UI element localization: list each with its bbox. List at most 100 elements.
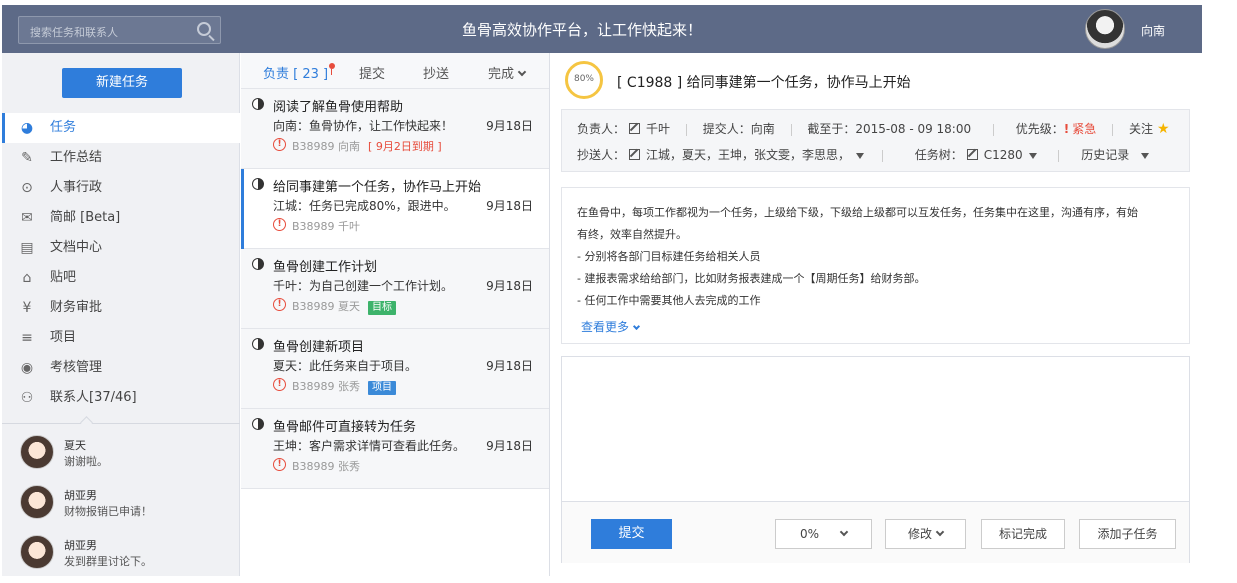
- sidebar-item-documents[interactable]: ▤ 文档中心: [2, 233, 240, 263]
- task-list-panel: 负责 [ 23 ] 提交 抄送 完成 阅读了解鱼骨使用帮助 向南：鱼骨协作，让工…: [241, 53, 550, 576]
- sidebar-item-tasks[interactable]: ◕ 任务: [2, 113, 240, 143]
- tab-responsible[interactable]: 负责 [ 23 ]: [263, 63, 336, 82]
- comment-editor[interactable]: 提交 0% 修改 标记完成 添加子任务: [561, 356, 1190, 563]
- edit-icon[interactable]: [629, 149, 641, 160]
- separator: [1112, 123, 1114, 136]
- tab-label: 完成: [488, 67, 515, 82]
- sidebar-item-mail[interactable]: ✉ 简邮 [Beta]: [2, 203, 240, 233]
- edit-icon[interactable]: [629, 123, 641, 134]
- see-more-label: 查看更多: [581, 320, 630, 334]
- task-row[interactable]: 鱼骨创建新项目 夏天：此任务来自于项目。 9月18日 ! B38989 张秀 项目: [241, 329, 549, 409]
- progress-select-value: 0%: [799, 527, 820, 541]
- see-more-link[interactable]: 查看更多: [581, 318, 641, 335]
- dropdown-triangle-icon[interactable]: [1141, 152, 1150, 159]
- project-icon: ≡: [21, 330, 33, 346]
- contact-name: 夏天: [64, 439, 86, 452]
- sidebar-item-label: 工作总结: [50, 150, 103, 165]
- tab-submit[interactable]: 提交: [359, 63, 385, 82]
- submit-button[interactable]: 提交: [591, 519, 672, 549]
- target-icon: ◉: [20, 360, 34, 376]
- owner-value[interactable]: 千叶: [646, 122, 670, 136]
- chevron-down-icon: [517, 67, 527, 77]
- owner-label: 负责人：: [577, 122, 626, 136]
- cc-value: 江城，夏天，王坤，张文雯，李思思，: [646, 148, 851, 162]
- chevron-down-icon: [839, 527, 849, 537]
- contact-item[interactable]: 夏天 谢谢啦。: [2, 431, 240, 481]
- sidebar-item-projects[interactable]: ≡ 项目: [2, 323, 240, 353]
- avatar: [20, 485, 54, 519]
- deadline[interactable]: 截至于：2015-08 - 09 18:00: [807, 122, 971, 136]
- yen-icon: ¥: [22, 300, 32, 316]
- task-date: 9月18日: [486, 199, 533, 213]
- dropdown-triangle-icon[interactable]: [856, 152, 865, 159]
- sidebar-item-assessment[interactable]: ◉ 考核管理: [2, 353, 240, 383]
- sidebar-item-work-summary[interactable]: ✎ 工作总结: [2, 143, 240, 173]
- task-tabs: 负责 [ 23 ] 提交 抄送 完成: [241, 53, 549, 89]
- sidebar-item-finance[interactable]: ¥ 财务审批: [2, 293, 240, 323]
- alert-icon: !: [273, 138, 286, 151]
- task-row[interactable]: 阅读了解鱼骨使用帮助 向南：鱼骨协作，让工作快起来！ 9月18日 ! B3898…: [241, 89, 549, 169]
- task-row[interactable]: 鱼骨创建工作计划 千叶：为自己创建一个工作计划。 9月18日 ! B38989 …: [241, 249, 549, 329]
- task-meta-text: B38989 夏天: [292, 300, 361, 313]
- tree-label: 任务树：: [914, 148, 963, 162]
- sidebar-item-label: 文档中心: [50, 240, 103, 255]
- modify-button[interactable]: 修改: [885, 519, 966, 549]
- task-title: 阅读了解鱼骨使用帮助: [273, 100, 404, 115]
- task-title: 鱼骨创建新项目: [273, 340, 365, 355]
- task-detail-panel: 80% [ C1988 ] 给同事建第一个任务，协作马上开始 负责人： 千叶 提交…: [551, 53, 1202, 576]
- half-circle-status-icon: [252, 418, 264, 430]
- tab-cc[interactable]: 抄送: [423, 63, 449, 82]
- alert-icon: !: [273, 458, 286, 471]
- contact-item[interactable]: 胡亚男 财物报销已申请！: [2, 481, 240, 531]
- contact-message: 谢谢啦。: [64, 455, 108, 468]
- contact-list: 夏天 谢谢啦。 胡亚男 财物报销已申请！ 胡亚男 发到群里讨论下。: [2, 431, 240, 581]
- sidebar-item-forum[interactable]: ⌂ 贴吧: [2, 263, 240, 293]
- edit-icon[interactable]: [966, 149, 978, 160]
- alert-icon: !: [273, 378, 286, 391]
- sidebar-nav: ◕ 任务 ✎ 工作总结 ⊙ 人事行政 ✉ 简邮 [Beta] ▤ 文档中心 ⌂ …: [2, 113, 240, 413]
- task-title: 给同事建第一个任务，协作马上开始: [273, 180, 482, 195]
- avatar: [20, 535, 54, 569]
- history-button[interactable]: 历史记录: [1081, 148, 1129, 162]
- task-desc: 王坤：客户需求详情可查看此任务。: [273, 439, 466, 453]
- pie-chart-icon: ◕: [20, 120, 34, 136]
- task-row[interactable]: 给同事建第一个任务，协作马上开始 江城：任务已完成80%，跟进中。 9月18日 …: [241, 169, 549, 249]
- app-window: 搜索任务和联系人 鱼骨高效协作平台，让工作快起来！ 向南 新建任务 ◕ 任务 ✎…: [2, 5, 1202, 576]
- contact-item[interactable]: 胡亚男 发到群里讨论下。: [2, 531, 240, 581]
- sidebar-item-label: 简邮 [Beta]: [50, 210, 121, 225]
- contact-message: 发到群里讨论下。: [64, 555, 152, 568]
- task-meta: B38989 夏天 目标: [292, 298, 397, 315]
- user-avatar[interactable]: [1085, 9, 1125, 49]
- add-subtask-button[interactable]: 添加子任务: [1079, 519, 1176, 549]
- half-circle-status-icon: [252, 338, 264, 350]
- chevron-down-icon: [935, 527, 945, 537]
- follow-button[interactable]: 关注: [1129, 122, 1153, 136]
- progress-select[interactable]: 0%: [775, 519, 872, 549]
- star-icon[interactable]: ★: [1157, 121, 1170, 137]
- task-meta: B38989 向南 [ 9月2日到期 ]: [292, 138, 442, 154]
- dropdown-triangle-icon[interactable]: [1028, 152, 1037, 159]
- new-task-button[interactable]: 新建任务: [62, 68, 182, 98]
- contact-name: 胡亚男: [64, 539, 97, 552]
- sidebar-item-hr-admin[interactable]: ⊙ 人事行政: [2, 173, 240, 203]
- priority-value[interactable]: 紧急: [1072, 122, 1096, 136]
- description-line: - 任何工作中需要其他人去完成的工作: [577, 294, 761, 307]
- mark-done-button[interactable]: 标记完成: [981, 519, 1065, 549]
- avatar: [20, 435, 54, 469]
- sidebar-item-label: 贴吧: [50, 270, 77, 285]
- info-row-2: 抄送人： 江城，夏天，王坤，张文雯，李思思， 任务树： C1280 历史记录: [577, 146, 1150, 163]
- tab-done[interactable]: 完成: [488, 63, 527, 82]
- cc-label: 抄送人：: [577, 148, 626, 162]
- contact-name: 胡亚男: [64, 489, 97, 502]
- username[interactable]: 向南: [1141, 22, 1165, 39]
- separator: [992, 123, 994, 136]
- separator: [881, 149, 883, 162]
- progress-ring: 80%: [565, 61, 603, 99]
- tree-value[interactable]: C1280: [984, 148, 1023, 162]
- sidebar: 新建任务 ◕ 任务 ✎ 工作总结 ⊙ 人事行政 ✉ 简邮 [Beta] ▤ 文档…: [2, 53, 240, 576]
- task-row[interactable]: 鱼骨邮件可直接转为任务 王坤：客户需求详情可查看此任务。 9月18日 ! B38…: [241, 409, 549, 489]
- description-line: 有终，效率自然提升。: [577, 228, 687, 241]
- task-meta-text: B38989 张秀: [292, 380, 361, 393]
- task-desc: 向南：鱼骨协作，让工作快起来！: [273, 119, 454, 133]
- sidebar-item-contacts[interactable]: ⚇ 联系人[37/46]: [2, 383, 240, 413]
